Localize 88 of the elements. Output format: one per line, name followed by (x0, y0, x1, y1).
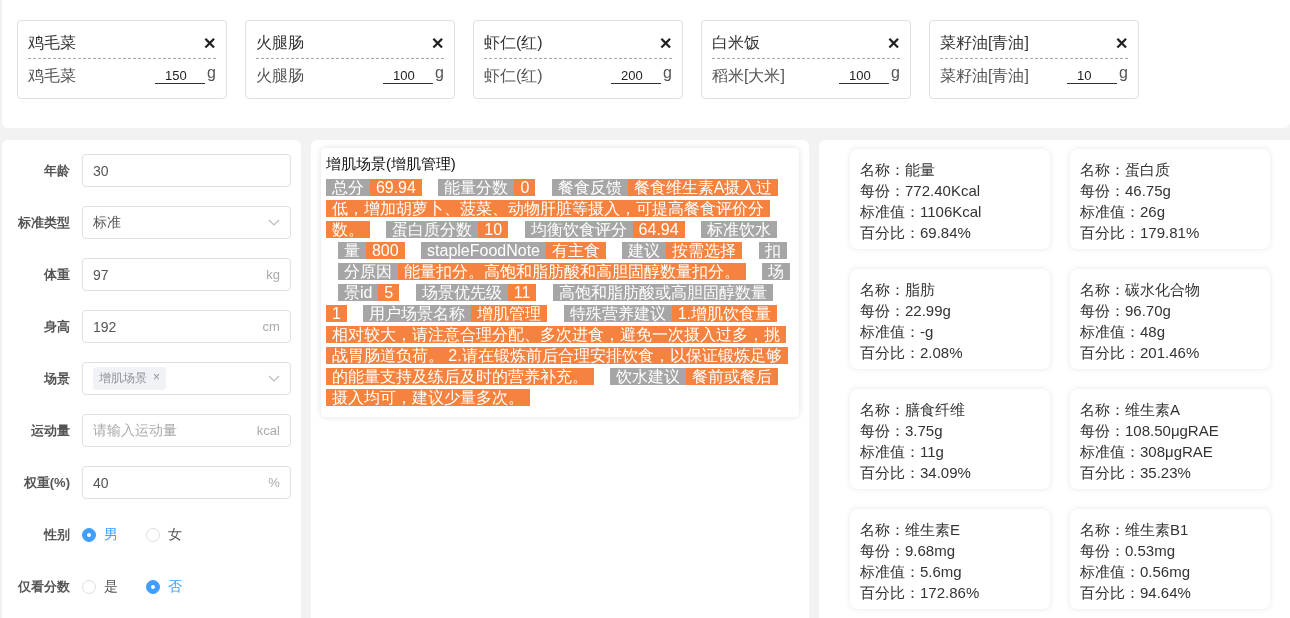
unit-label: g (891, 64, 900, 82)
report-text: 总分 69.94 能量分数 0 餐食反馈 餐食维生素A摄入过低，增加胡萝卜、菠菜、动物肝脏等摄入，可提高餐食评价分数。 蛋白质分数 10 均衡饮食评分 64.94 标准饮水量 800 stapleFoodNote 有主食 建议 按需选择 扣分原因 能量扣分。高饱和脂肪酸和高胆固醇数量扣分。 场景id 5 场景优先级 11 高饱和脂肪酸或高胆固醇数量 1 用户场景名称 增肌管理 特殊营养建议 1.增肌饮食量相对较大，请注意合理分配、多次进食，避免一次摄入过多，挑战胃肠道负荷。 2.请在锻炼前后合理安排饮食，以保证锻炼足够的能量支持及练后及时的营养补充。 饮水建议 餐前或餐后摄入均可，建议少量多次。 (325, 174, 794, 411)
food-title: 火腿肠 (256, 33, 304, 53)
field-label: 体重 (42, 265, 71, 284)
close-button[interactable]: ✕ (1115, 34, 1128, 53)
chevron-down-icon (267, 374, 280, 383)
nutrient-percent: 百分比：35.23% (1080, 463, 1192, 483)
nutrient-per-serving: 每份：46.75g (1080, 181, 1172, 201)
unit-suffix: kcal (256, 423, 280, 438)
nutrient-name: 名称：脂肪 (860, 280, 936, 300)
field-value: 97 (93, 266, 110, 283)
field-label: 仅看分数 (16, 577, 71, 596)
amount-field[interactable]: 100 (383, 68, 434, 84)
nutrient-standard: 标准值：1106Kcal (860, 202, 983, 222)
close-button[interactable]: ✕ (887, 34, 900, 53)
food-name: 菜籽油[青油] (940, 65, 1030, 86)
field-value: 30 (93, 162, 110, 179)
field-label: 场景 (42, 369, 71, 388)
field-label: 标准类型 (17, 213, 71, 232)
amount-field[interactable]: 150 (155, 68, 206, 84)
input-field[interactable]: 192 cm (82, 310, 291, 343)
input-field[interactable]: 30 (82, 154, 291, 187)
nutrient-standard: 标准值：26g (1080, 202, 1167, 222)
food-title: 菜籽油[青油] (940, 33, 1029, 53)
food-name: 虾仁(红) (484, 65, 544, 86)
nutrient-name: 名称：蛋白质 (1080, 160, 1171, 180)
chevron-down-icon (267, 218, 280, 227)
nutrient-percent: 百分比：69.84% (860, 223, 972, 243)
field-label: 权重(%) (22, 473, 71, 492)
field-label: 身高 (43, 317, 71, 336)
nutrient-percent: 百分比：201.46% (1080, 343, 1201, 363)
unit-label: g (435, 64, 444, 82)
amount-field[interactable]: 200 (611, 68, 662, 84)
field-value: 标准 (93, 213, 122, 232)
nutrient-percent: 百分比：179.81% (1080, 223, 1201, 243)
field-placeholder: 请输入运动量 (93, 421, 178, 440)
unit-suffix: cm (262, 319, 280, 334)
nutrient-standard: 标准值：308μgRAE (1080, 442, 1214, 462)
nutrient-name: 名称：维生素B1 (1080, 520, 1190, 540)
nutrient-name: 名称：维生素E (860, 520, 961, 540)
field-value: 40 (93, 474, 110, 491)
amount-field[interactable]: 10 (1067, 68, 1118, 84)
unit-label: g (663, 64, 672, 82)
unit-suffix: kg (266, 267, 280, 282)
food-name: 火腿肠 (256, 65, 305, 86)
unit-label: g (207, 64, 216, 82)
nutrient-per-serving: 每份：9.68mg (860, 541, 957, 561)
close-button[interactable]: ✕ (203, 34, 216, 53)
nutrient-percent: 百分比：172.86% (860, 583, 981, 603)
nutrient-per-serving: 每份：22.99g (860, 301, 952, 321)
nutrient-name: 名称：维生素A (1080, 400, 1181, 420)
nutrient-per-serving: 每份：108.50μgRAE (1080, 421, 1220, 441)
radio-option[interactable]: 是 (82, 577, 118, 596)
unit-label: g (1119, 64, 1128, 82)
nutrient-name: 名称：膳食纤维 (860, 400, 966, 420)
input-field[interactable]: 40 % (82, 466, 291, 499)
nutrient-per-serving: 每份：772.40Kcal (860, 181, 982, 201)
nutrient-per-serving: 每份：3.75g (860, 421, 944, 441)
field-label: 年龄 (43, 161, 71, 180)
nutrient-standard: 标准值：0.56mg (1080, 562, 1192, 582)
nutrient-percent: 百分比：94.64% (1080, 583, 1192, 603)
food-title: 鸡毛菜 (28, 33, 76, 53)
food-title: 虾仁(红) (484, 33, 543, 53)
tag-label: 增肌场景 (99, 370, 147, 387)
select-field[interactable]: 标准 (82, 206, 291, 239)
food-title: 白米饭 (712, 33, 760, 53)
nutrient-per-serving: 每份：96.70g (1080, 301, 1172, 321)
close-button[interactable]: ✕ (659, 34, 672, 53)
nutrient-name: 名称：碳水化合物 (1080, 280, 1201, 300)
nutrient-per-serving: 每份：0.53mg (1080, 541, 1177, 561)
food-name: 鸡毛菜 (28, 65, 77, 86)
nutrient-name: 名称：能量 (860, 160, 936, 180)
report-title: 增肌场景(增肌管理) (325, 154, 457, 174)
nutrient-standard: 标准值：48g (1080, 322, 1167, 342)
nutrient-percent: 百分比：2.08% (860, 343, 964, 363)
unit-suffix: % (268, 475, 280, 490)
close-button[interactable]: ✕ (431, 34, 444, 53)
radio-option[interactable]: 女 (146, 525, 182, 544)
nutrient-standard: 标准值：-g (860, 322, 935, 342)
field-value: 192 (93, 318, 118, 335)
food-name: 稻米[大米] (712, 65, 786, 86)
field-label: 性别 (42, 525, 71, 544)
nutrient-percent: 百分比：34.09% (860, 463, 972, 483)
nutrient-standard: 标准值：11g (860, 442, 945, 462)
nutrient-standard: 标准值：5.6mg (860, 562, 963, 582)
field-label: 运动量 (30, 421, 71, 440)
input-field[interactable]: 97 kg (82, 258, 291, 291)
amount-field[interactable]: 100 (839, 68, 890, 84)
